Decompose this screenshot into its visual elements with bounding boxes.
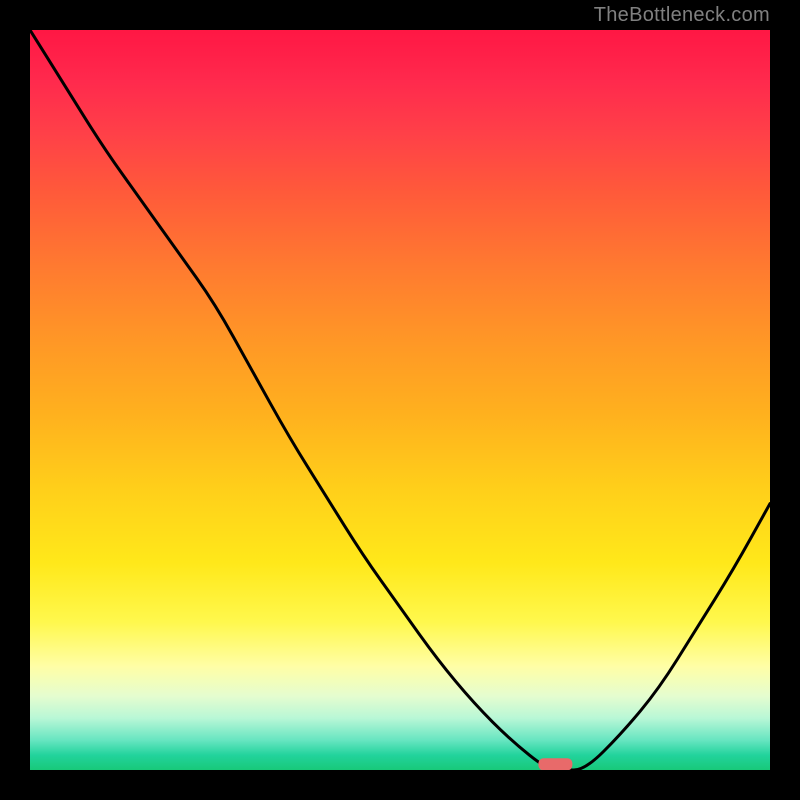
attribution-label: TheBottleneck.com	[594, 4, 770, 27]
bottleneck-curve	[30, 30, 770, 770]
curve-layer	[30, 30, 770, 770]
optimal-point-marker	[538, 758, 572, 770]
plot-area	[30, 30, 770, 770]
chart-stage: TheBottleneck.com	[0, 0, 800, 800]
